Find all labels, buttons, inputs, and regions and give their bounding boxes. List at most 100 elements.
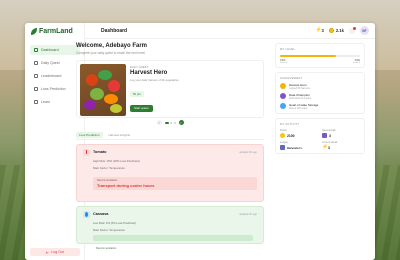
- sidebar-item-label: Dashboard: [41, 48, 59, 52]
- carousel-dot[interactable]: [173, 121, 176, 124]
- sidebar-item-daily-quest[interactable]: Daily Quest: [30, 58, 80, 68]
- activity-value: 2100: [287, 133, 295, 138]
- activity-current-streak: Current streak ⚡ 3: [322, 141, 360, 150]
- right-panel: MY LEVEL 1500 3000 Level 3 Level 4 ACHIE…: [275, 43, 365, 158]
- app-logo[interactable]: FarmLand: [31, 28, 73, 35]
- daily-quest-card: DAILY QUEST Harvest Hero Log your daily …: [76, 59, 264, 118]
- quest-description: Log your daily harvest of 30 vegetables: [130, 77, 179, 82]
- bar-chart-icon: [280, 145, 285, 150]
- header-stats: ⚡ 3 2.1k BF: [315, 26, 369, 35]
- sidebar-item-leaderboard[interactable]: Leaderboard: [30, 71, 80, 81]
- logout-label: Log Out: [51, 250, 65, 254]
- sidebar-item-label: Loss Prediction: [41, 87, 66, 91]
- crop-card-tomato[interactable]: Tomato updated 3h ago High Risk: 15% (20…: [76, 143, 264, 202]
- level-progress-fill: [280, 55, 336, 57]
- star-badge-icon: [280, 93, 286, 99]
- grid-icon: [34, 48, 38, 52]
- page-title: Dashboard: [101, 27, 128, 34]
- recommendation-box: Recommendation: [93, 234, 253, 250]
- recommendation-box: Recommendation Transport during cooler h…: [93, 176, 257, 190]
- sidebar-nav: Dashboard Daily Quest Leaderboard Loss P…: [30, 45, 80, 110]
- carousel-next-button[interactable]: ›: [178, 120, 184, 125]
- sidebar-item-label: Daily Quest: [41, 61, 60, 65]
- achievement-item[interactable]: Data Champion Submitted 20 reports: [280, 93, 360, 100]
- achievements-panel: ACHIEVEMENT Harvest Hero Logged 50 harve…: [275, 72, 365, 114]
- coin-icon: [328, 28, 334, 33]
- tab-loss-prediction[interactable]: Loss Prediction: [76, 132, 103, 138]
- quest-details: DAILY QUEST Harvest Hero Log your daily …: [130, 64, 260, 112]
- crop-name: Cassava: [93, 212, 109, 216]
- quest-carousel-controls: ‹ ›: [76, 120, 264, 126]
- carousel-dot[interactable]: [164, 121, 169, 124]
- recommendation-label: Recommendation: [97, 178, 118, 182]
- sidebar-item-learn[interactable]: Learn: [30, 97, 80, 107]
- logout-button[interactable]: ⇤ Log Out: [30, 248, 80, 256]
- medal-icon: [280, 83, 286, 89]
- start-quest-button[interactable]: Start quest: [130, 104, 153, 112]
- activity-value: Harvester L: [287, 145, 303, 150]
- chart-icon: [34, 87, 38, 91]
- main-content: Welcome, Adebayo Farm Complete your dail…: [76, 43, 264, 250]
- activity-points: Points 2100: [280, 129, 318, 138]
- streak-stat[interactable]: ⚡ 3: [315, 27, 324, 34]
- quest-reward-badge: 50 pts: [130, 90, 144, 97]
- leaf-icon: [31, 28, 37, 35]
- tab-harvest-insights[interactable]: Harvest Insights: [106, 132, 134, 138]
- diamond-icon: [280, 103, 286, 109]
- crop-card-cassava[interactable]: Cassava updated 3h ago Low Risk: 4% (5% …: [76, 205, 264, 250]
- thermometer-icon: [83, 148, 90, 156]
- notification-dot: [353, 26, 356, 30]
- recommendation-text: Transport during cooler hours: [97, 182, 155, 188]
- level-progress-bar: [280, 55, 360, 57]
- sidebar-item-label: Learn: [41, 100, 51, 104]
- crop-updated-time: updated 3h ago: [238, 212, 257, 216]
- quest-title: Harvest Hero: [130, 69, 168, 76]
- logout-icon: ⇤: [45, 249, 50, 255]
- streak-count: 3: [321, 28, 324, 33]
- vegetable-basket-image: [80, 63, 126, 116]
- achievement-desc: Stored 100 crops: [289, 107, 308, 110]
- book-icon: [34, 100, 38, 104]
- trophy-icon: [34, 74, 38, 78]
- activity-title: MY ACTIVITY: [280, 122, 300, 126]
- water-drop-icon: [83, 210, 90, 218]
- activity-label: Points: [280, 129, 287, 132]
- sidebar-item-label: Leaderboard: [41, 74, 62, 78]
- crop-updated-time: updated 3h ago: [238, 150, 257, 154]
- coins-stat[interactable]: 2.1k: [328, 28, 344, 33]
- level-current-label: Level 3: [280, 62, 288, 64]
- crop-main-factor: Main Factor: Temperature: [93, 165, 125, 170]
- coins-count: 2.1k: [335, 28, 344, 33]
- activity-label: League: [280, 141, 288, 144]
- crop-name: Tomato: [93, 150, 107, 154]
- avatar[interactable]: BF: [360, 26, 369, 35]
- crop-risk: High Risk: 15% (20% Loss Predicted): [93, 158, 140, 163]
- achievement-item[interactable]: Heart of state Storage Stored 100 crops: [280, 103, 360, 110]
- quest-kicker: DAILY QUEST: [130, 64, 149, 69]
- achievements-title: ACHIEVEMENT: [280, 76, 303, 80]
- target-icon: [34, 61, 38, 65]
- app-name: FarmLand: [39, 28, 73, 35]
- level-title: MY LEVEL: [280, 47, 296, 51]
- activity-panel: MY ACTIVITY Points 2100 Quest streak 3 L…: [275, 118, 365, 154]
- shield-icon: [322, 133, 327, 138]
- sidebar-item-dashboard[interactable]: Dashboard: [30, 45, 80, 55]
- notification-bell-icon[interactable]: [349, 26, 356, 34]
- activity-label: Quest streak: [322, 129, 336, 132]
- activity-league: League Harvester L: [280, 141, 318, 150]
- carousel-dot[interactable]: [170, 121, 172, 124]
- app-window: FarmLand Dashboard Daily Quest Leaderboa…: [25, 23, 375, 260]
- achievement-item[interactable]: Harvest Hero Logged 50 harvests: [280, 83, 360, 90]
- level-next-label: Level 4: [352, 62, 360, 64]
- welcome-heading: Welcome, Adebayo Farm: [76, 43, 148, 49]
- top-header: Dashboard ⚡ 3 2.1k BF: [85, 23, 375, 39]
- insight-tabs: Loss Prediction Harvest Insights: [76, 132, 264, 140]
- activity-quest-streak: Quest streak 3: [322, 129, 360, 138]
- achievement-desc: Submitted 20 reports: [289, 97, 312, 100]
- sidebar-item-loss-prediction[interactable]: Loss Prediction: [30, 84, 80, 94]
- lightning-icon: ⚡: [315, 27, 322, 33]
- recommendation-label: Recommendation: [96, 246, 117, 250]
- carousel-prev-button[interactable]: ‹: [156, 120, 162, 125]
- level-panel: MY LEVEL 1500 3000 Level 3 Level 4: [275, 43, 365, 68]
- welcome-subtitle: Complete your daily quest to reach the n…: [76, 50, 145, 55]
